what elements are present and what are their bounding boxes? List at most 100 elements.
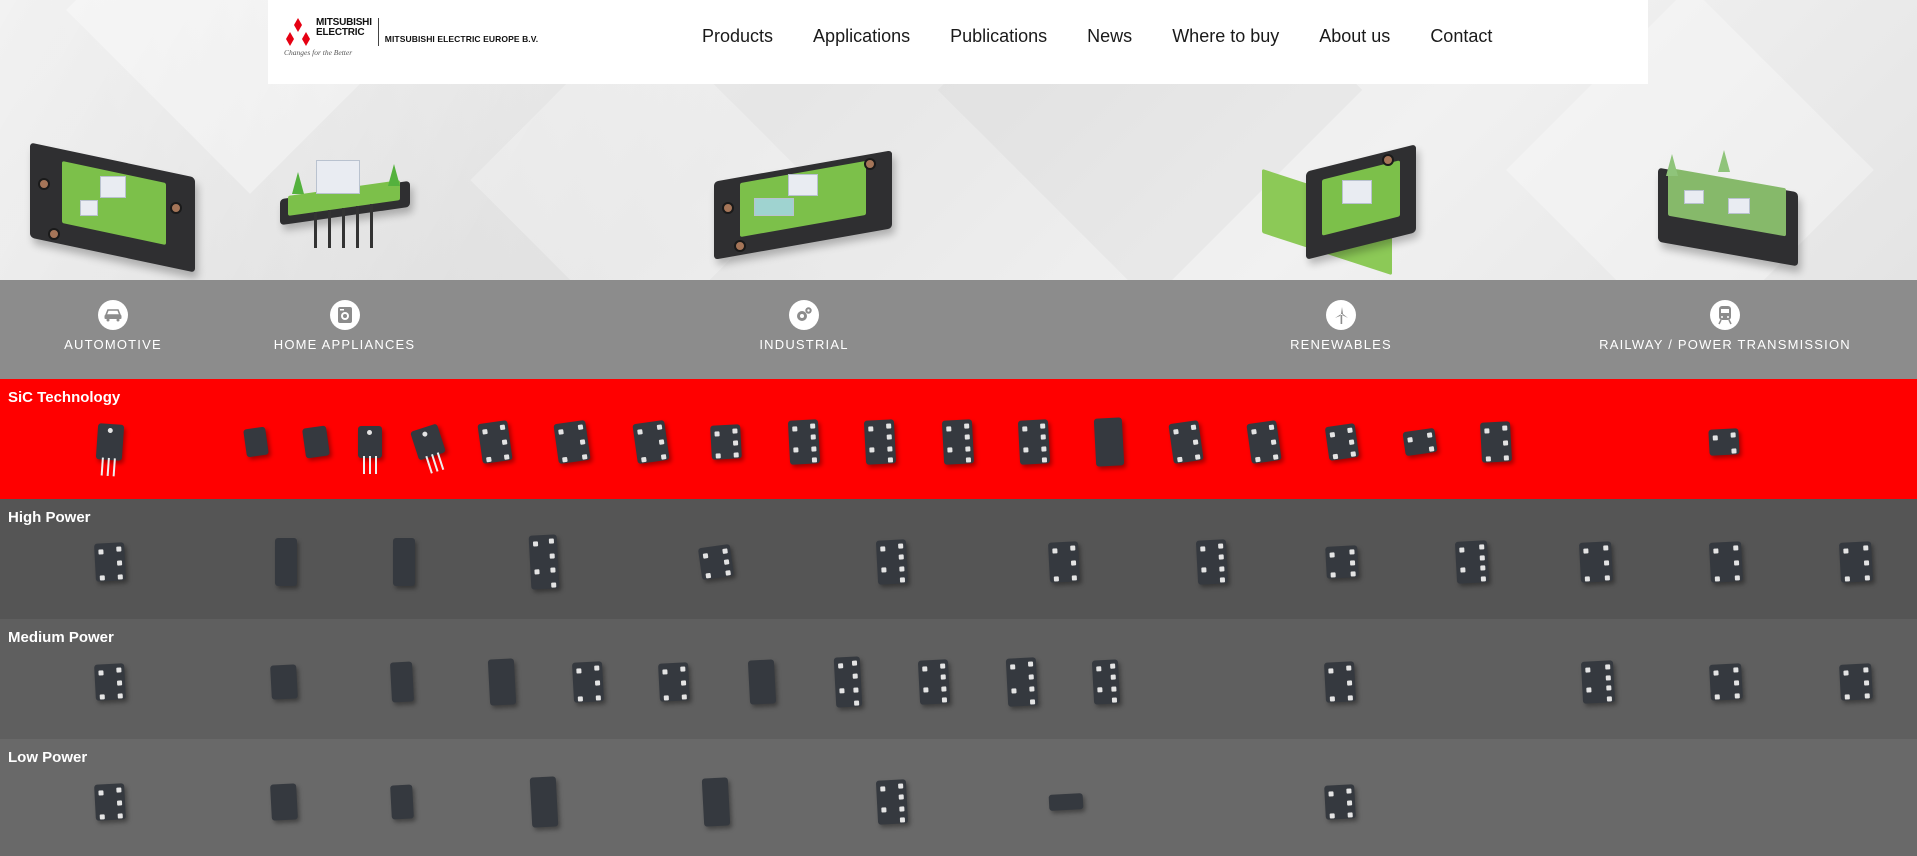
terminal-pad [1350, 451, 1357, 457]
product-thumbnail[interactable] [1323, 661, 1357, 703]
terminal-pad [99, 814, 105, 820]
product-thumbnail[interactable] [1324, 784, 1356, 820]
product-thumbnail[interactable] [302, 425, 330, 459]
railway-module-image[interactable] [1654, 150, 1804, 267]
terminal-pad [1071, 575, 1077, 581]
product-thumbnail[interactable] [747, 659, 777, 705]
nav-products[interactable]: Products [702, 26, 773, 47]
product-thumbnail[interactable] [1168, 420, 1204, 464]
terminal-pad [116, 800, 123, 806]
lead-pin [363, 456, 365, 474]
product-body [275, 538, 297, 586]
product-thumbnail[interactable] [410, 423, 446, 474]
product-thumbnail[interactable] [94, 663, 126, 701]
product-thumbnail[interactable] [1838, 541, 1874, 583]
product-thumbnail[interactable] [487, 658, 517, 706]
nav-applications[interactable]: Applications [813, 26, 910, 47]
app-industrial[interactable]: INDUSTRIAL [759, 300, 849, 352]
app-home-appliances[interactable]: HOME APPLIANCES [274, 300, 414, 352]
product-thumbnail[interactable] [243, 426, 269, 458]
terminal-pad [1251, 428, 1257, 435]
product-thumbnail[interactable] [1017, 419, 1051, 465]
renewables-module-image[interactable] [1262, 144, 1422, 276]
industrial-module-image[interactable] [714, 150, 894, 260]
nav-publications[interactable]: Publications [950, 26, 1047, 47]
product-thumbnail[interactable] [697, 543, 735, 581]
terminal-pad [98, 670, 104, 676]
nav-where-to-buy[interactable]: Where to buy [1172, 26, 1279, 47]
app-automotive[interactable]: AUTOMOTIVE [64, 300, 161, 352]
product-thumbnail[interactable] [528, 534, 560, 590]
terminal-pad [562, 456, 568, 463]
product-thumbnail[interactable] [1578, 541, 1614, 583]
product-thumbnail[interactable] [1454, 540, 1490, 584]
product-thumbnail[interactable] [1048, 793, 1084, 811]
product-thumbnail[interactable] [390, 784, 414, 820]
product-thumbnail[interactable] [917, 659, 951, 705]
product-thumbnail[interactable] [875, 779, 909, 825]
automotive-module-image[interactable] [30, 142, 200, 273]
product-thumbnail[interactable] [833, 656, 863, 708]
product-thumbnail[interactable] [275, 538, 297, 586]
terminal-pad [792, 426, 798, 432]
product-thumbnail[interactable] [1195, 539, 1229, 585]
product-thumbnail[interactable] [1402, 427, 1438, 457]
product-thumbnail[interactable] [1325, 545, 1359, 579]
terminal-pad [1502, 440, 1509, 446]
product-thumbnail[interactable] [875, 539, 909, 585]
product-thumbnail[interactable] [1246, 420, 1282, 464]
nav-about-us[interactable]: About us [1319, 26, 1390, 47]
product-thumbnail[interactable] [701, 777, 731, 827]
terminal-pad [594, 665, 600, 671]
product-thumbnail[interactable] [270, 664, 298, 700]
product-thumbnail[interactable] [393, 538, 415, 586]
product-thumbnail[interactable] [1047, 541, 1081, 583]
product-thumbnail[interactable] [553, 419, 591, 465]
product-thumbnail[interactable] [941, 419, 975, 465]
product-thumbnail[interactable] [389, 661, 415, 703]
product-thumbnail[interactable] [94, 783, 126, 821]
product-thumbnail[interactable] [477, 420, 513, 464]
product-thumbnail[interactable] [787, 419, 821, 465]
top-navigation-bar: MITSUBISHI ELECTRIC MITSUBISHI ELECTRIC … [268, 0, 1648, 84]
product-thumbnail[interactable] [1479, 421, 1513, 463]
nav-contact[interactable]: Contact [1430, 26, 1492, 47]
product-thumbnail[interactable] [95, 423, 125, 477]
terminal-pad [1023, 447, 1029, 453]
product-thumbnail[interactable] [1839, 663, 1873, 701]
terminal-pad [1733, 560, 1740, 566]
app-railway-power-transmission[interactable]: RAILWAY / POWER TRANSMISSION [1599, 300, 1850, 352]
product-thumbnail[interactable] [94, 542, 126, 582]
product-thumbnail[interactable] [270, 783, 298, 821]
terminal-pad [1350, 571, 1356, 577]
product-thumbnail[interactable] [1709, 663, 1743, 701]
product-thumbnail[interactable] [1324, 423, 1360, 461]
product-thumbnail[interactable] [358, 426, 382, 474]
product-thumbnail[interactable] [1708, 541, 1744, 583]
terminal-pad [1863, 560, 1870, 566]
product-thumbnail[interactable] [710, 424, 742, 460]
product-thumbnail[interactable] [658, 662, 690, 702]
product-thumbnail[interactable] [1580, 660, 1616, 704]
app-industrial-label: INDUSTRIAL [759, 337, 849, 352]
product-thumbnail[interactable] [1093, 417, 1125, 467]
product-thumbnail[interactable] [1005, 657, 1039, 707]
terminal-pad [1177, 456, 1183, 463]
app-renewables[interactable]: RENEWABLES [1290, 300, 1391, 352]
terminal-pad [965, 446, 971, 452]
terminal-pad [810, 423, 816, 429]
home-appliance-module-image[interactable] [278, 150, 418, 260]
product-thumbnail[interactable] [1708, 428, 1740, 456]
terminal-pad [940, 674, 946, 680]
product-thumbnail[interactable] [632, 419, 670, 465]
terminal-pad [1329, 813, 1335, 819]
product-thumbnail[interactable] [571, 661, 605, 703]
terminal-pad [577, 424, 584, 430]
mitsubishi-logo[interactable]: MITSUBISHI ELECTRIC MITSUBISHI ELECTRIC … [284, 18, 538, 58]
product-thumbnail[interactable] [863, 419, 897, 465]
nav-news[interactable]: News [1087, 26, 1132, 47]
terminal-pad [1712, 435, 1718, 441]
terminal-pad [899, 806, 905, 812]
product-thumbnail[interactable] [1091, 659, 1121, 705]
product-thumbnail[interactable] [529, 776, 559, 828]
